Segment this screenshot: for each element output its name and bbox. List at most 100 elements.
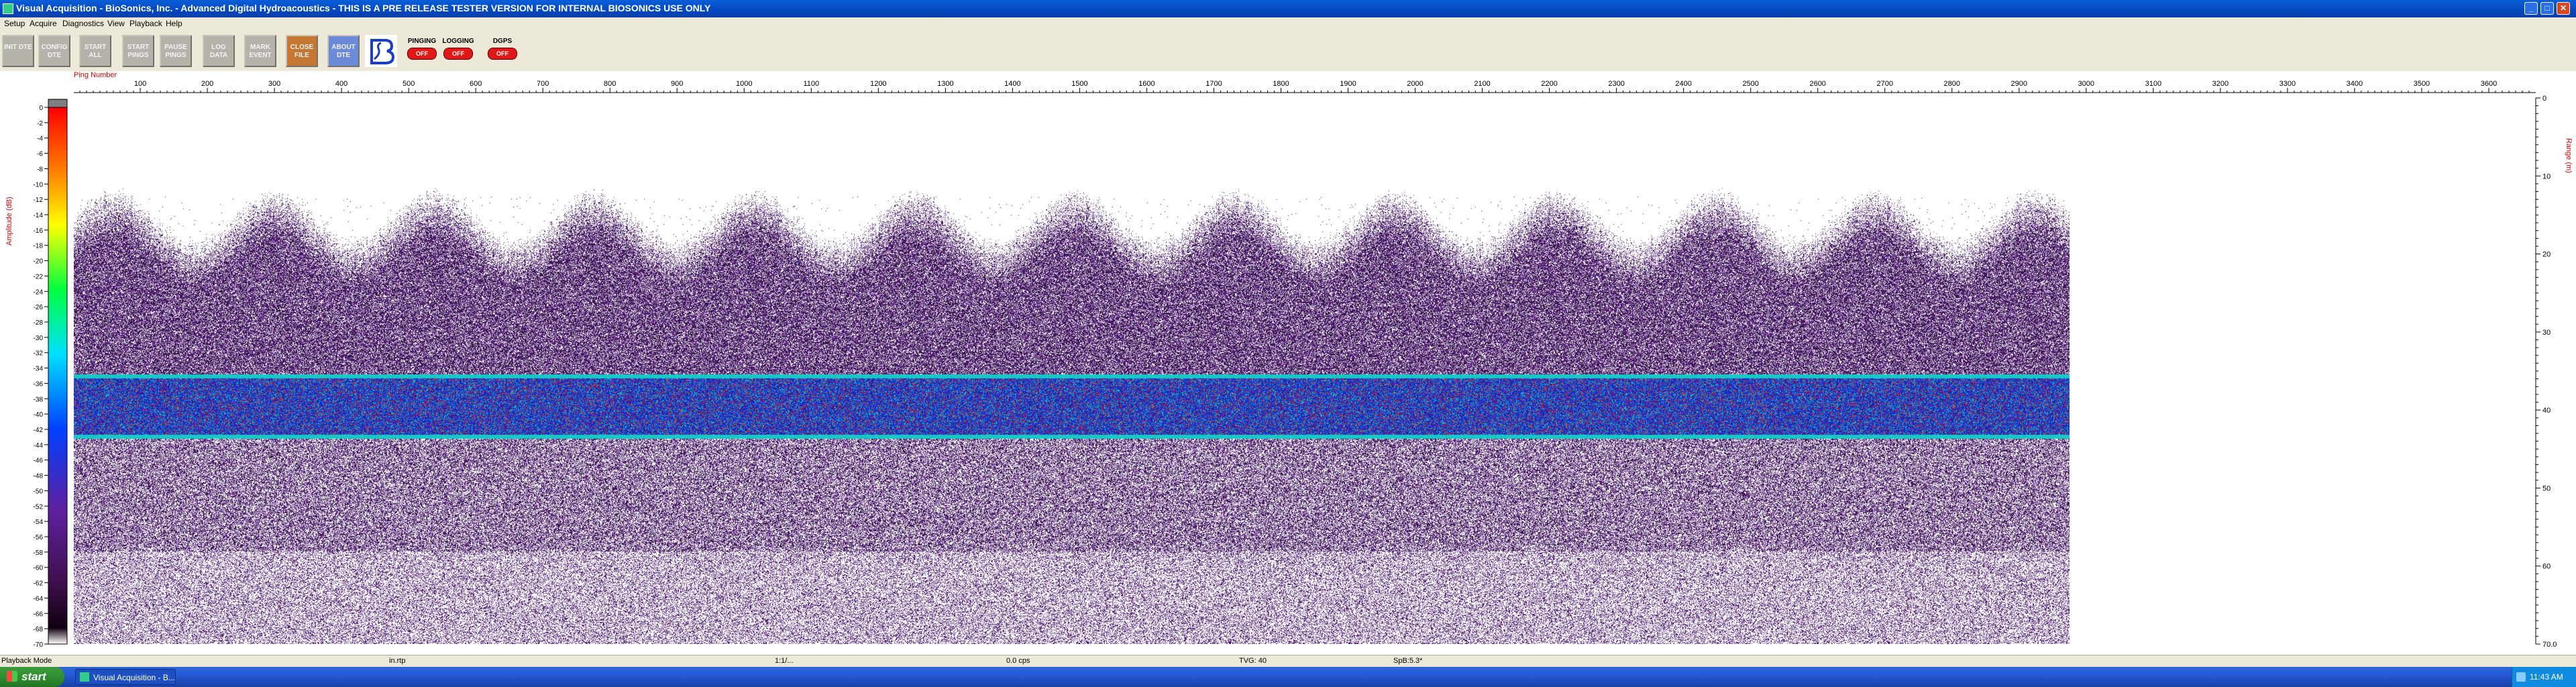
amplitude-tick-label: -52: [34, 503, 44, 511]
x-tick-label: 2600: [1809, 80, 1825, 88]
x-tick-label: 1900: [1340, 80, 1356, 88]
amplitude-tick-label: -64: [34, 595, 44, 602]
x-tick-label: 1000: [736, 80, 752, 88]
x-tick-label: 3400: [2347, 80, 2363, 88]
menu-view[interactable]: View: [107, 19, 125, 28]
amplitude-tick-label: -28: [34, 319, 44, 327]
biosonics-logo: [365, 35, 397, 67]
status-spb: SpB:5.3*: [1393, 657, 1423, 665]
x-tick-label: 2400: [1675, 80, 1691, 88]
x-tick-label: 2100: [1474, 80, 1490, 88]
menu-playback[interactable]: Playback: [129, 19, 162, 28]
colorbar-header: [48, 99, 68, 108]
start-pings-button[interactable]: START PINGS: [122, 35, 154, 67]
menu-bar: Setup Acquire Diagnostics View Playback …: [0, 17, 2576, 30]
amplitude-axis-label: Amplitude (dB): [5, 197, 13, 246]
amplitude-tick-label: -70: [34, 641, 44, 649]
clock: 11:43 AM: [2530, 672, 2563, 682]
x-tick-label: 1800: [1273, 80, 1289, 88]
x-tick-label: 2000: [1407, 80, 1423, 88]
status-tvg: TVG: 40: [1239, 657, 1267, 665]
log-data-button[interactable]: LOG DATA: [203, 35, 235, 67]
x-tick-label: 3500: [2414, 80, 2430, 88]
amplitude-tick-label: -24: [34, 288, 44, 296]
echogram-panel: Ping Number 100 200 300 400 500 600 700 800 900 1…: [0, 71, 2576, 655]
logging-status[interactable]: LOGGING OFF: [441, 35, 475, 67]
x-tick-label: 500: [402, 80, 415, 88]
amplitude-tick-label: -42: [34, 427, 44, 434]
amplitude-tick-label: -54: [34, 519, 44, 526]
x-tick-label: 3600: [2481, 80, 2497, 88]
taskbar-item-label: Visual Acquisition - B...: [93, 673, 175, 682]
amplitude-tick-label: -32: [34, 350, 44, 358]
windows-flag-icon: [7, 671, 17, 682]
init-dte-button[interactable]: INIT DTE: [2, 35, 34, 67]
logging-label: LOGGING: [442, 38, 474, 45]
amplitude-tick-label: -30: [34, 335, 44, 342]
maximize-button[interactable]: □: [2540, 2, 2554, 15]
amplitude-tick-label: 0: [39, 105, 43, 112]
dgps-status[interactable]: DGPS OFF: [486, 35, 519, 67]
echogram-canvas[interactable]: [74, 98, 2070, 644]
close-button[interactable]: ✕: [2557, 2, 2570, 15]
x-tick-label: 2700: [1876, 80, 1892, 88]
range-tick-label: 20: [2542, 251, 2551, 259]
amplitude-tick-label: -68: [34, 626, 44, 633]
pause-pings-button[interactable]: PAUSE PINGS: [160, 35, 192, 67]
about-dte-button[interactable]: ABOUT DTE: [327, 35, 360, 67]
logging-state-badge: OFF: [443, 48, 473, 60]
amplitude-tick-label: -38: [34, 396, 44, 403]
close-file-button[interactable]: CLOSE FILE: [286, 35, 318, 67]
mark-event-button[interactable]: MARK EVENT: [244, 35, 276, 67]
status-position: 1:1/...: [775, 657, 794, 665]
amplitude-tick-label: -40: [34, 411, 44, 419]
pinging-label: PINGING: [407, 38, 437, 45]
menu-acquire[interactable]: Acquire: [30, 19, 57, 28]
amplitude-tick-label: -18: [34, 243, 44, 250]
x-tick-label: 3300: [2279, 80, 2296, 88]
x-tick-label: 700: [537, 80, 549, 88]
x-tick-label: 1500: [1071, 80, 1087, 88]
config-dte-button[interactable]: CONFIG DTE: [38, 35, 70, 67]
x-tick-label: 1300: [937, 80, 953, 88]
title-bar: Visual Acquisition - BioSonics, Inc. - A…: [0, 0, 2576, 17]
amplitude-tick-label: -56: [34, 534, 44, 541]
x-tick-label: 600: [470, 80, 482, 88]
amplitude-tick-label: -44: [34, 442, 44, 450]
amplitude-tick-label: -34: [34, 366, 44, 373]
status-bar: Playback Mode in.rtp 1:1/... 0.0 cps TVG…: [0, 655, 2576, 668]
x-tick-label: 2200: [1541, 80, 1557, 88]
taskbar-item-visual-acquisition[interactable]: Visual Acquisition - B...: [75, 669, 176, 685]
x-tick-label: 1600: [1138, 80, 1155, 88]
x-tick-label: 800: [604, 80, 616, 88]
app-icon: [3, 3, 13, 14]
minimize-button[interactable]: _: [2524, 2, 2538, 15]
network-icon[interactable]: [2516, 672, 2526, 682]
amplitude-tick-label: -48: [34, 473, 44, 480]
x-tick-label: 3200: [2212, 80, 2229, 88]
amplitude-tick-label: -26: [34, 304, 44, 311]
amplitude-colorbar: [48, 107, 68, 645]
x-tick-label: 100: [134, 80, 146, 88]
window-title: Visual Acquisition - BioSonics, Inc. - A…: [16, 3, 711, 13]
status-mode: Playback Mode: [1, 657, 52, 665]
menu-diagnostics[interactable]: Diagnostics: [62, 19, 104, 28]
start-button[interactable]: start: [0, 667, 64, 687]
x-tick-label: 3000: [2078, 80, 2094, 88]
amplitude-tick-label: -60: [34, 565, 44, 572]
amplitude-tick-label: -4: [37, 136, 43, 143]
start-all-button[interactable]: START ALL: [79, 35, 111, 67]
system-tray: 11:43 AM: [2512, 667, 2576, 687]
range-tick-label: 30: [2542, 329, 2551, 337]
range-axis-label: Range (m): [2565, 138, 2573, 173]
pinging-status[interactable]: PINGING OFF: [405, 35, 439, 67]
menu-setup[interactable]: Setup: [4, 19, 25, 28]
x-tick-label: 400: [335, 80, 347, 88]
dgps-state-badge: OFF: [488, 48, 517, 60]
amplitude-tick-label: -20: [34, 258, 44, 266]
range-tick-label: 40: [2542, 407, 2551, 415]
x-tick-label: 2800: [1944, 80, 1960, 88]
menu-help[interactable]: Help: [166, 19, 182, 28]
amplitude-tick-label: -22: [34, 273, 44, 280]
x-tick-label: 200: [201, 80, 213, 88]
